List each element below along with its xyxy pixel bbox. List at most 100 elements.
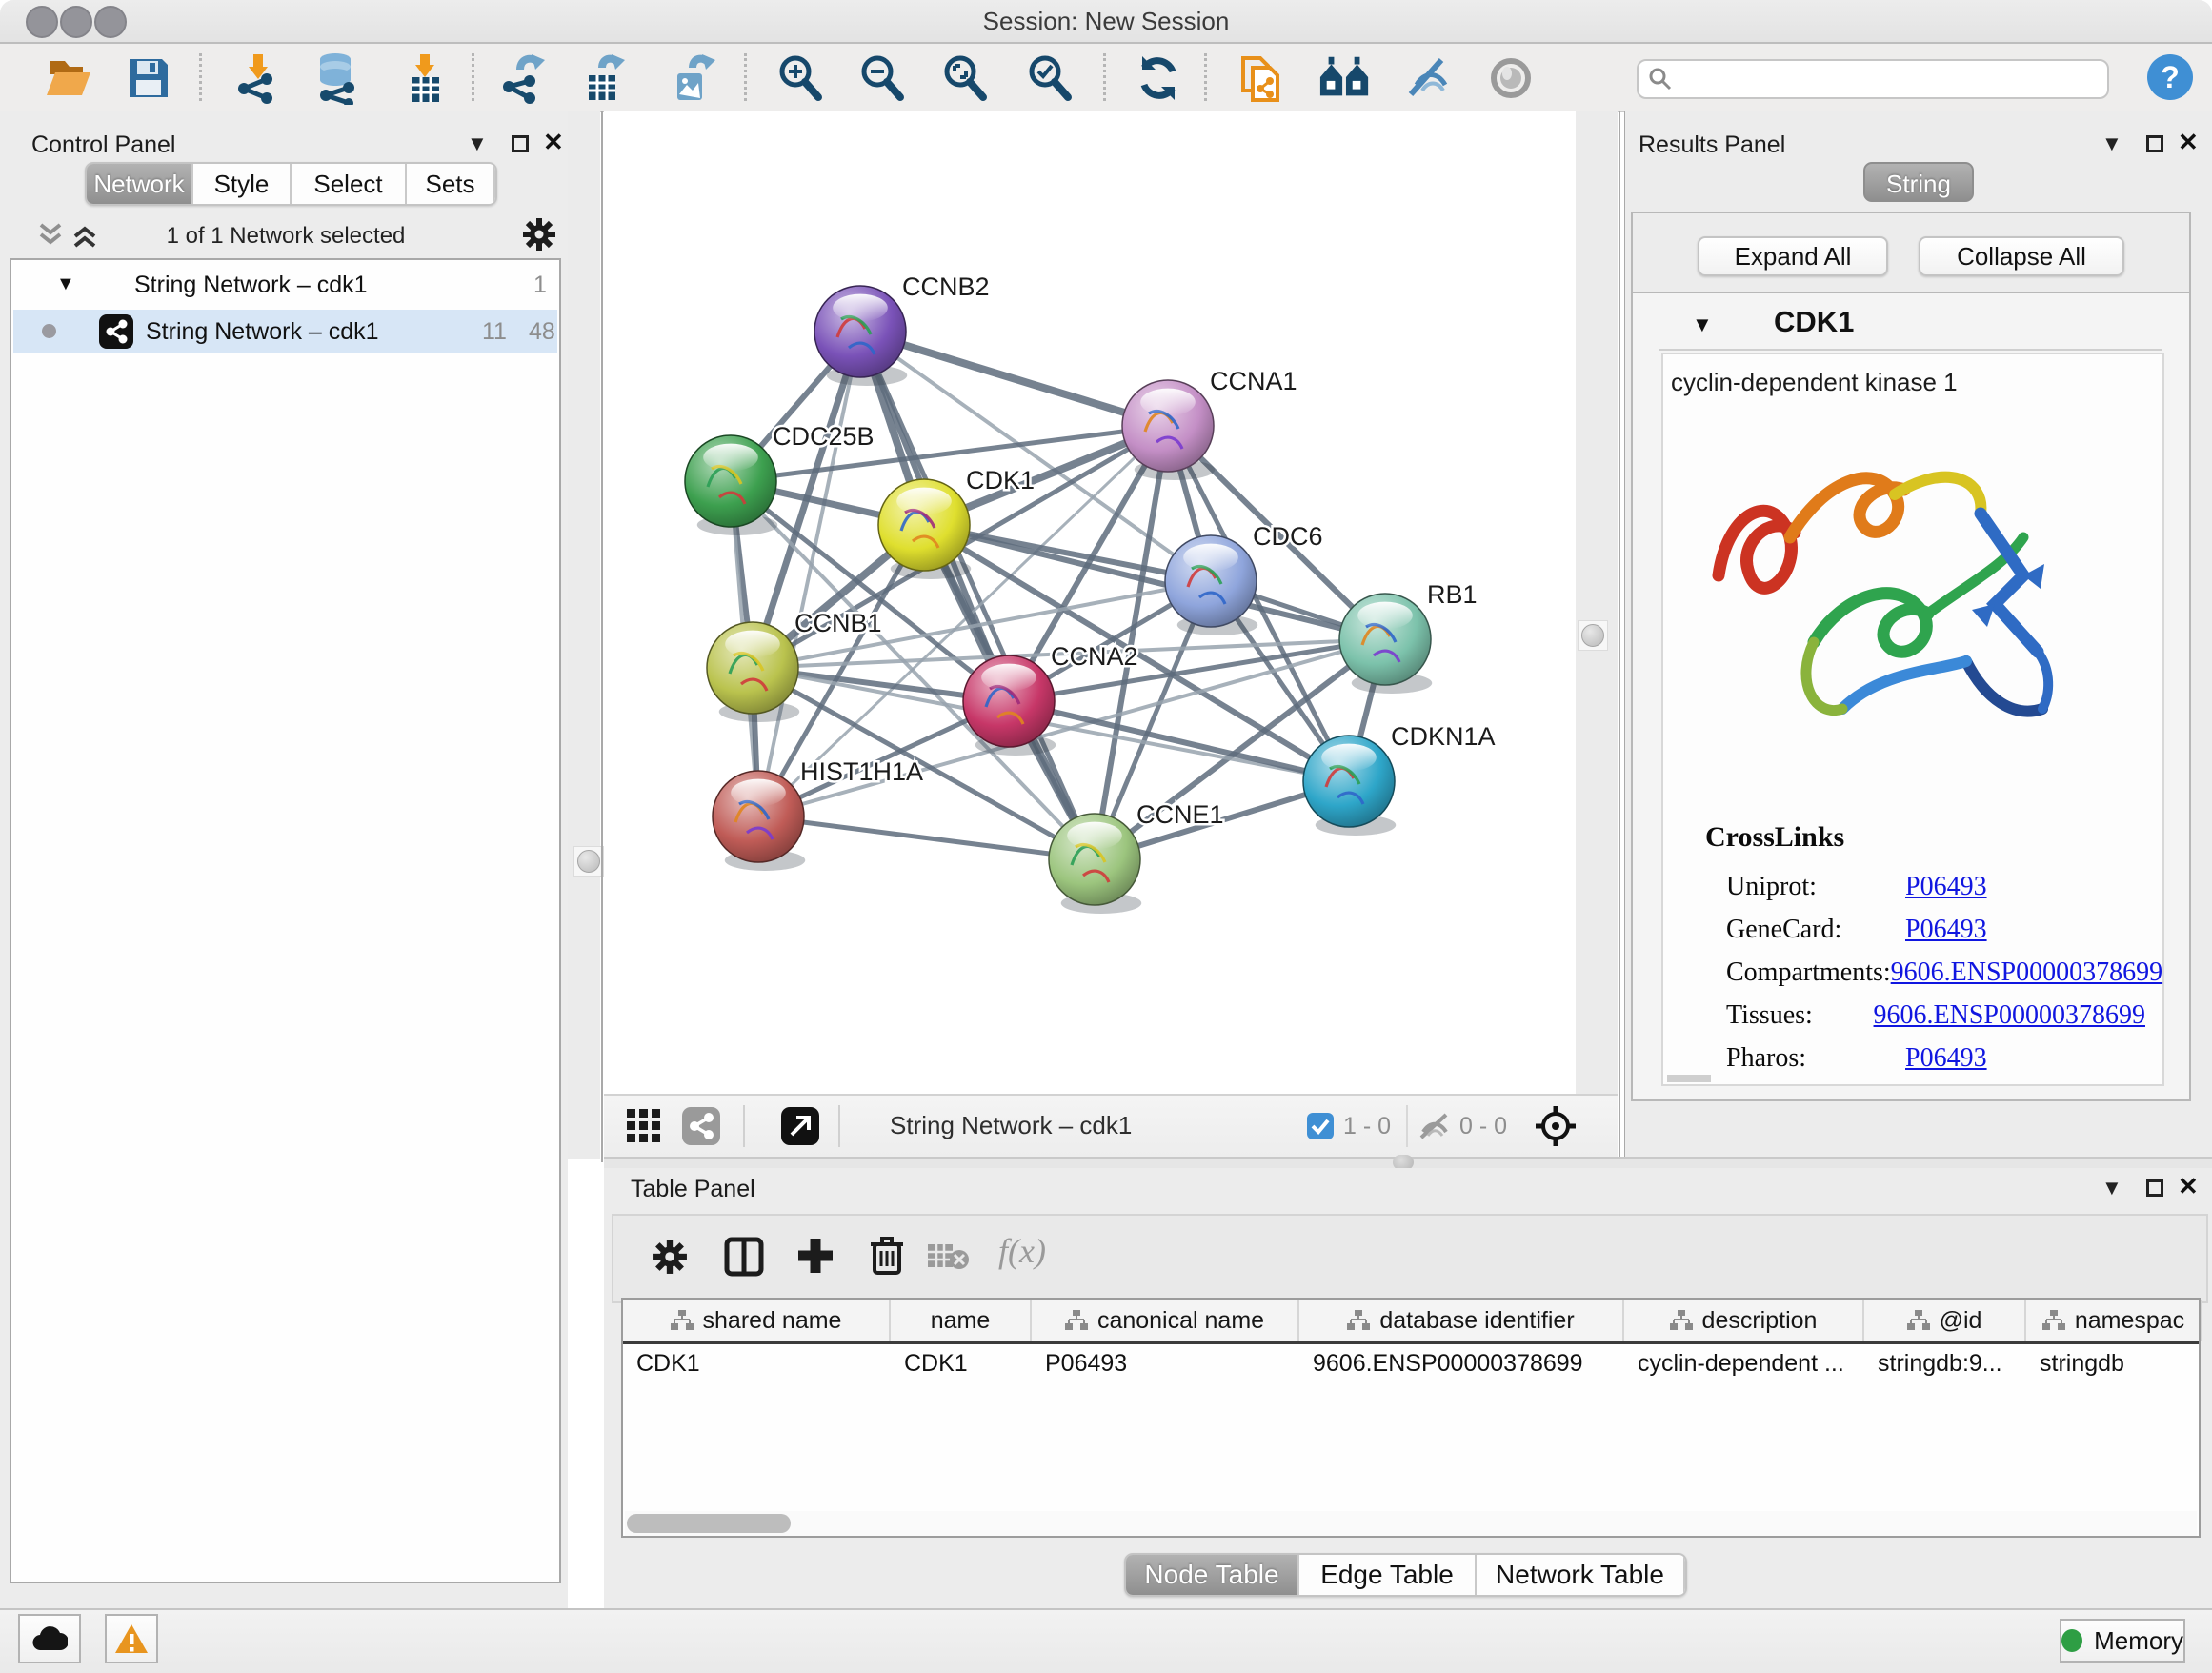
crosslink-value-link[interactable]: P06493 <box>1905 1043 1987 1074</box>
crosslink-value-link[interactable]: P06493 <box>1905 915 1987 945</box>
close-panel-icon[interactable]: ✕ <box>2178 1172 2199 1201</box>
crosslink-row: Tissues:9606.ENSP00000378699 <box>1726 994 2145 1037</box>
node-CCNB2[interactable]: CCNB2 <box>814 272 990 386</box>
edge-CCNA2-CDKN1A[interactable] <box>1009 701 1349 781</box>
crosshair-icon[interactable] <box>1534 1104 1578 1153</box>
network-row-selected[interactable]: String Network – cdk1 11 48 <box>13 310 557 353</box>
column-header-canonical-name[interactable]: canonical name <box>1032 1300 1299 1341</box>
zoom-selected-icon[interactable] <box>1023 51 1076 105</box>
expand-all-icon[interactable] <box>70 221 99 254</box>
tree-expander-icon[interactable]: ▼ <box>56 273 75 295</box>
entry-expander-icon[interactable]: ▼ <box>1692 312 1713 337</box>
node-HIST1H1A[interactable]: HIST1H1A <box>713 757 923 871</box>
column-header-name[interactable]: name <box>891 1300 1032 1341</box>
network-collection-row[interactable]: ▼ String Network – cdk1 1 <box>11 268 559 306</box>
close-panel-icon[interactable]: ✕ <box>2178 128 2199 157</box>
chevron-down-icon[interactable]: ▼ <box>2101 133 2122 154</box>
export-table-icon[interactable] <box>578 51 632 105</box>
chevron-down-icon[interactable]: ▼ <box>467 133 488 154</box>
memory-label: Memory <box>2094 1626 2183 1656</box>
edge-HIST1H1A-CCNE1[interactable] <box>758 816 1095 859</box>
network-view-icon[interactable] <box>682 1107 720 1150</box>
column-header--id[interactable]: @id <box>1864 1300 2026 1341</box>
table-panel: Table Panel ▼ ✕ f(x) shared namenamecano… <box>604 1168 2212 1608</box>
float-panel-icon[interactable] <box>2146 1179 2163 1197</box>
search-input[interactable] <box>1673 65 2086 93</box>
function-builder-icon[interactable]: f(x) <box>998 1231 1046 1271</box>
table-hscrollbar[interactable] <box>625 1511 2197 1536</box>
selected-checkbox-icon[interactable] <box>1307 1113 1334 1144</box>
node-CCNA2[interactable]: CCNA2 <box>963 642 1138 756</box>
node-CCNE1[interactable]: CCNE1 <box>1049 800 1224 914</box>
node-RB1[interactable]: RB1 <box>1339 580 1478 694</box>
import-network-icon[interactable] <box>231 51 285 105</box>
import-table-icon[interactable] <box>398 51 452 105</box>
float-panel-icon[interactable] <box>512 135 529 152</box>
table-row[interactable]: CDK1CDK1P064939606.ENSP00000378699cyclin… <box>623 1344 2199 1382</box>
import-database-icon[interactable] <box>311 51 364 105</box>
warning-button[interactable] <box>105 1614 158 1663</box>
node-CDK1[interactable]: CDK1 <box>878 466 1035 579</box>
export-image-icon[interactable] <box>667 51 720 105</box>
edge-CCNB2-CCNA1[interactable] <box>860 332 1168 426</box>
tab-style[interactable]: Style <box>193 164 292 204</box>
right-divider-handle[interactable] <box>1578 620 1608 651</box>
node-CDKN1A[interactable]: CDKN1A <box>1303 722 1496 836</box>
save-session-icon[interactable] <box>122 51 175 105</box>
hierarchy-icon <box>1670 1310 1693 1331</box>
close-panel-icon[interactable]: ✕ <box>543 128 564 157</box>
collapse-all-button[interactable]: Collapse All <box>1919 236 2124 276</box>
zoom-in-icon[interactable] <box>774 51 827 105</box>
refresh-icon[interactable] <box>1132 51 1185 105</box>
column-header-description[interactable]: description <box>1624 1300 1864 1341</box>
delete-column-icon[interactable] <box>867 1233 907 1281</box>
crosslink-value-link[interactable]: 9606.ENSP00000378699 <box>1874 1000 2145 1031</box>
search-icon <box>1648 67 1673 91</box>
crosslink-row: Pharos:P06493 <box>1726 1037 2145 1079</box>
cloud-button[interactable] <box>18 1614 81 1663</box>
crosslink-value-link[interactable]: P06493 <box>1905 872 1987 902</box>
tab-edge-table[interactable]: Edge Table <box>1299 1555 1477 1595</box>
scrollbar-thumb[interactable] <box>627 1514 791 1533</box>
gear-icon[interactable] <box>522 217 556 256</box>
mini-scrollbar[interactable] <box>1667 1075 1711 1082</box>
zoom-fit-icon[interactable] <box>938 51 992 105</box>
birdseye-icon[interactable] <box>1484 51 1538 105</box>
column-header-database-identifier[interactable]: database identifier <box>1299 1300 1624 1341</box>
column-header-namespac[interactable]: namespac <box>2026 1300 2202 1341</box>
help-icon[interactable]: ? <box>2145 52 2195 107</box>
open-session-icon[interactable] <box>42 51 95 105</box>
memory-button[interactable]: Memory <box>2060 1619 2185 1663</box>
tab-string[interactable]: String <box>1863 162 1974 202</box>
home-icon[interactable] <box>1318 51 1372 105</box>
table-gear-icon[interactable] <box>652 1239 688 1280</box>
node-CCNB1[interactable]: CCNB1 <box>707 609 882 722</box>
tab-sets[interactable]: Sets <box>407 164 495 204</box>
chevron-down-icon[interactable]: ▼ <box>2101 1178 2122 1199</box>
add-column-icon[interactable] <box>794 1235 836 1281</box>
columns-icon[interactable] <box>724 1237 764 1281</box>
clear-table-icon[interactable] <box>928 1242 970 1276</box>
left-divider-handle[interactable] <box>573 846 604 877</box>
collapse-all-icon[interactable] <box>36 221 65 254</box>
float-panel-icon[interactable] <box>2146 135 2163 152</box>
hide-panel-icon[interactable] <box>1402 51 1456 105</box>
detach-view-icon[interactable] <box>781 1107 819 1150</box>
network-canvas[interactable]: CCNB2CCNA1CDC25BCDK1CDC6RB1CCNB1CCNA2CDK… <box>604 111 1576 1094</box>
tab-node-table[interactable]: Node Table <box>1126 1555 1299 1595</box>
left-divider[interactable] <box>568 111 600 1159</box>
hidden-eye-icon[interactable] <box>1418 1111 1452 1146</box>
tab-network-table[interactable]: Network Table <box>1477 1555 1685 1595</box>
column-header-shared-name[interactable]: shared name <box>623 1300 891 1341</box>
tab-network[interactable]: Network <box>87 164 193 204</box>
export-network-icon[interactable] <box>498 51 552 105</box>
grid-view-icon[interactable] <box>627 1109 661 1148</box>
crosslink-value-link[interactable]: 9606.ENSP00000378699 <box>1891 957 2162 988</box>
expand-all-button[interactable]: Expand All <box>1698 236 1888 276</box>
clone-network-icon[interactable] <box>1235 51 1288 105</box>
table-cell: CDK1 <box>891 1344 1032 1382</box>
hierarchy-icon <box>2042 1310 2065 1331</box>
zoom-out-icon[interactable] <box>855 51 909 105</box>
tab-select[interactable]: Select <box>292 164 407 204</box>
search-field[interactable] <box>1637 59 2109 99</box>
